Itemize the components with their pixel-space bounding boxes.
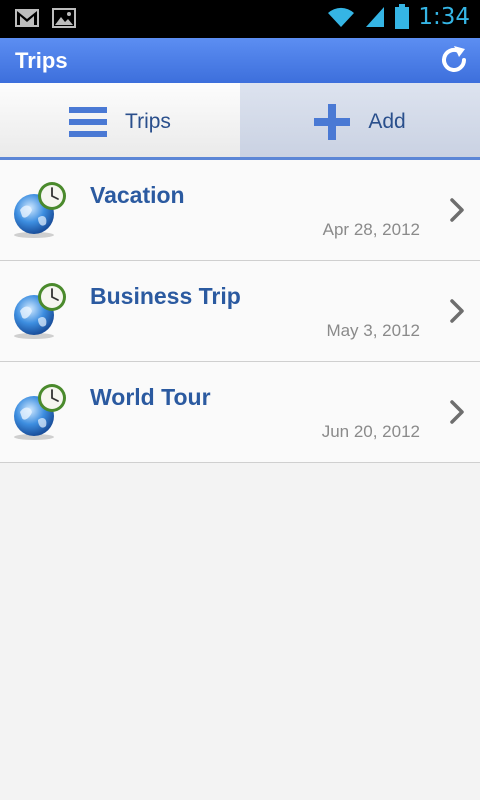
list-item[interactable]: Business Trip May 3, 2012 (0, 261, 480, 362)
tab-add[interactable]: Add (240, 83, 480, 160)
plus-icon (314, 103, 351, 140)
chevron-right-icon (450, 198, 464, 222)
list-item[interactable]: Vacation Apr 28, 2012 (0, 160, 480, 261)
list-icon (69, 106, 108, 137)
tab-trips-label: Trips (125, 109, 171, 133)
battery-icon (395, 4, 410, 29)
trip-date: Apr 28, 2012 (322, 220, 420, 239)
trip-title: Vacation (90, 182, 185, 208)
signal-icon (366, 7, 385, 27)
trip-title: World Tour (90, 384, 211, 410)
page-title: Trips (15, 48, 68, 73)
trip-list: Vacation Apr 28, 2012 Business Trip May … (0, 160, 480, 463)
gmail-icon (15, 9, 39, 27)
wifi-icon (328, 7, 355, 27)
trip-title: Business Trip (90, 283, 241, 309)
chevron-right-icon (450, 400, 464, 424)
action-bar: Trips (0, 38, 480, 83)
chevron-right-icon (450, 299, 464, 323)
trip-date: Jun 20, 2012 (321, 422, 420, 441)
status-time: 1:34 (418, 4, 470, 30)
list-item[interactable]: World Tour Jun 20, 2012 (0, 362, 480, 463)
trip-date: May 3, 2012 (326, 321, 420, 340)
tab-bar: Trips Add (0, 83, 480, 160)
status-bar: 1:34 (0, 0, 480, 38)
gallery-icon (52, 8, 76, 28)
globe-clock-icon (14, 182, 66, 238)
globe-clock-icon (14, 384, 66, 440)
tab-trips[interactable]: Trips (0, 83, 240, 160)
globe-clock-icon (14, 283, 66, 339)
tab-add-label: Add (368, 109, 406, 133)
refresh-icon[interactable] (438, 44, 470, 76)
